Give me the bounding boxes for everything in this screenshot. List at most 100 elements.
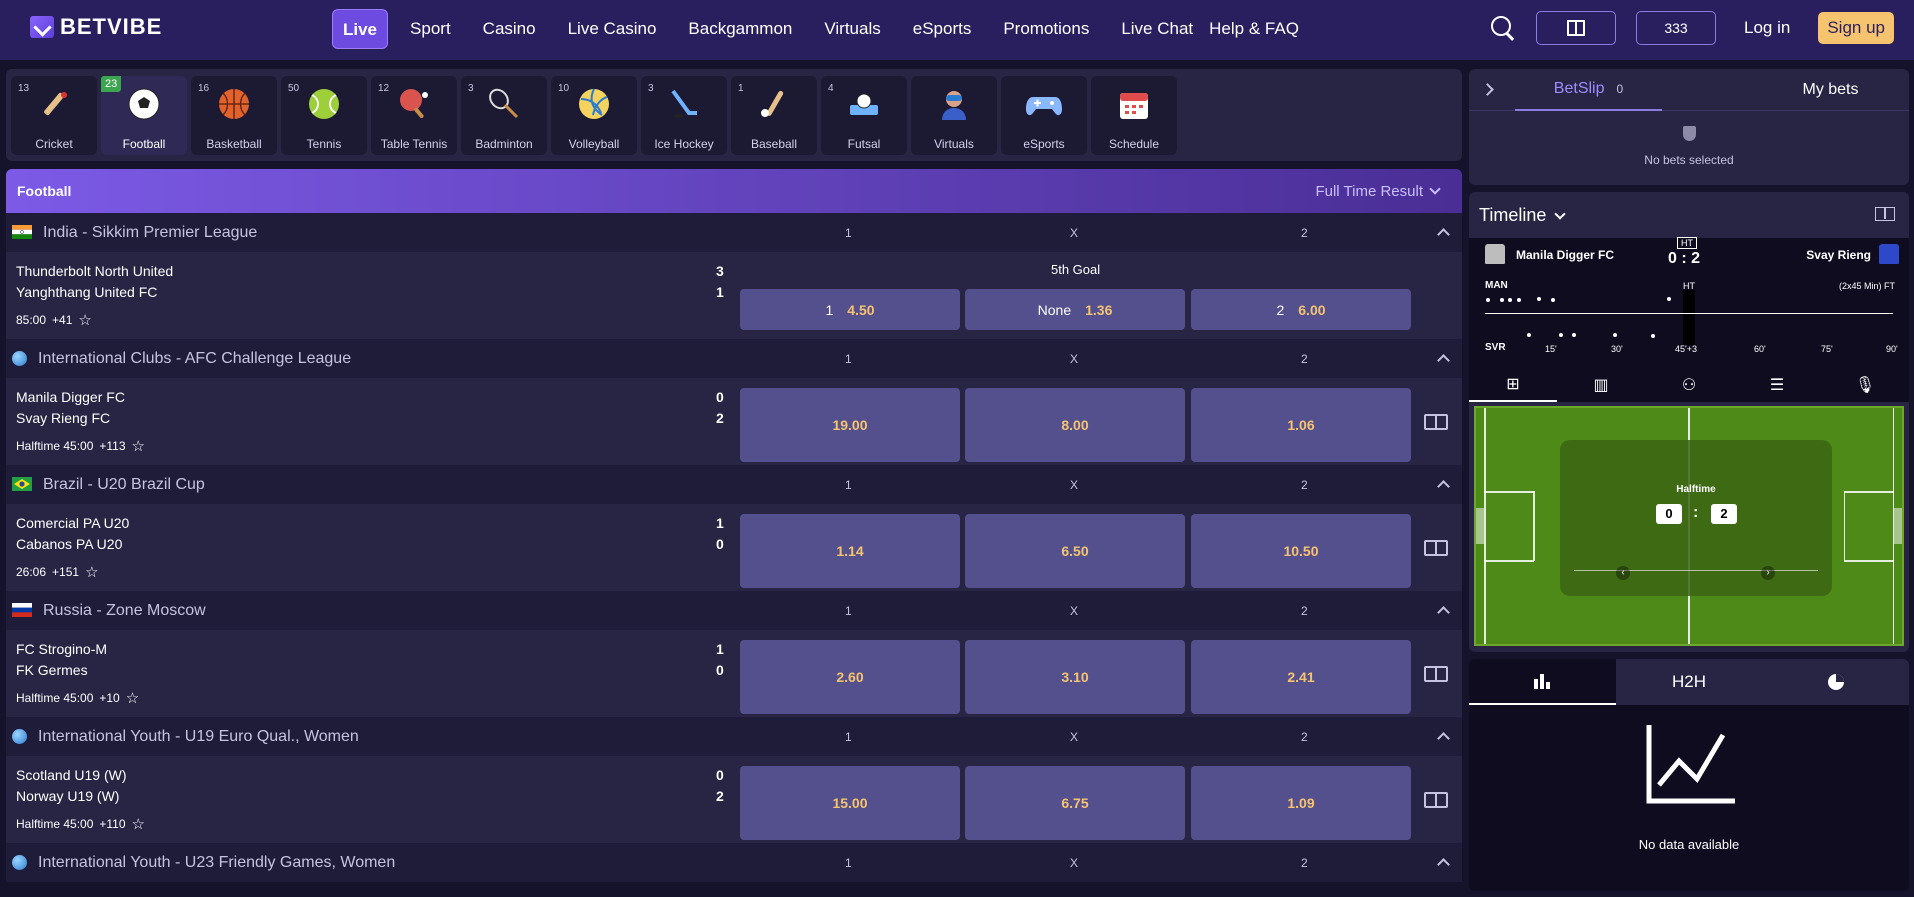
more-markets[interactable]: +113 — [99, 439, 125, 453]
league-header[interactable]: Brazil - U20 Brazil Cup 1 X 2 — [6, 465, 1462, 504]
favorite-star-icon[interactable]: ☆ — [85, 563, 98, 581]
favorite-star-icon[interactable]: ☆ — [78, 311, 91, 329]
nav-casino[interactable]: Casino — [467, 9, 552, 49]
league-header[interactable]: International Clubs - AFC Challenge Leag… — [6, 339, 1462, 378]
match-meta: 26:06 +151 ☆ — [16, 563, 99, 581]
brand-logo[interactable]: BETVIBE — [30, 14, 162, 40]
live-pitch-icon[interactable] — [1424, 414, 1448, 430]
search-icon[interactable] — [1490, 15, 1516, 41]
nav-promotions[interactable]: Promotions — [987, 9, 1105, 49]
nav-live[interactable]: Live — [332, 9, 389, 49]
odd-button-x[interactable]: None 1.36 — [965, 289, 1185, 330]
sport-ice-hockey[interactable]: 3 Ice Hockey — [641, 76, 727, 155]
prev-arrow-icon[interactable]: ‹ — [1616, 566, 1630, 580]
league-header[interactable]: India - Sikkim Premier League 1 X 2 — [6, 213, 1462, 252]
tab-pie[interactable] — [1762, 659, 1909, 705]
odd-button-x[interactable]: 3.10 — [965, 640, 1185, 714]
nav-virtuals[interactable]: Virtuals — [808, 9, 896, 49]
chevron-up-icon[interactable] — [1437, 858, 1450, 871]
more-markets[interactable]: +41 — [52, 313, 72, 327]
nav-live-casino[interactable]: Live Casino — [552, 9, 673, 49]
match-row[interactable]: Thunderbolt North United Yanghthang Unit… — [6, 252, 1462, 339]
signup-button[interactable]: Sign up — [1818, 12, 1894, 44]
league-name: India - Sikkim Premier League — [43, 223, 258, 241]
odd-button-1[interactable]: 1.14 — [740, 514, 960, 588]
market-selector[interactable]: Full Time Result — [1315, 183, 1441, 200]
odd-button-1[interactable]: 2.60 — [740, 640, 960, 714]
match-row[interactable]: Scotland U19 (W) Norway U19 (W) 0 2 Half… — [6, 756, 1462, 843]
match-row[interactable]: Manila Digger FC Svay Rieng FC 0 2 Halft… — [6, 378, 1462, 465]
odd-button-x[interactable]: 8.00 — [965, 388, 1185, 462]
odd-button-2[interactable]: 10.50 — [1191, 514, 1411, 588]
login-button[interactable]: Log in — [1736, 18, 1798, 38]
tab-betslip[interactable]: BetSlip 0 — [1515, 69, 1662, 111]
odd-button-x[interactable]: 6.75 — [965, 766, 1185, 840]
box-line — [1533, 491, 1535, 561]
pitch-icon: ⊞ — [1506, 376, 1520, 393]
more-markets[interactable]: +151 — [52, 565, 79, 579]
nav-backgammon[interactable]: Backgammon — [672, 9, 808, 49]
next-arrow-icon[interactable]: › — [1761, 566, 1775, 580]
sport-virtuals[interactable]: Virtuals — [911, 76, 997, 155]
chevron-up-icon[interactable] — [1437, 354, 1450, 367]
favorite-star-icon[interactable]: ☆ — [132, 437, 145, 455]
favorite-star-icon[interactable]: ☆ — [126, 689, 139, 707]
sport-volleyball[interactable]: 10 Volleyball — [551, 76, 637, 155]
live-pitch-icon[interactable] — [1424, 666, 1448, 682]
chevron-right-icon[interactable] — [1481, 83, 1494, 96]
tab-commentary[interactable]: 🎙 — [1821, 368, 1909, 402]
tab-lineups[interactable]: ⚇ — [1645, 368, 1733, 402]
balance-button[interactable]: 333 — [1636, 11, 1716, 45]
sport-basketball[interactable]: 16 Basketball — [191, 76, 277, 155]
chevron-up-icon[interactable] — [1437, 480, 1450, 493]
timeline-dropdown[interactable]: Timeline — [1479, 205, 1567, 226]
pitch-view-icon[interactable] — [1875, 207, 1895, 221]
sport-table-tennis[interactable]: 12 Table Tennis — [371, 76, 457, 155]
sport-baseball[interactable]: 1 Baseball — [731, 76, 817, 155]
tab-betslip-label: BetSlip — [1553, 80, 1605, 97]
sport-football[interactable]: 23 Football — [101, 76, 187, 155]
baseball-icon — [755, 85, 793, 123]
tab-my-bets[interactable]: My bets — [1752, 69, 1909, 111]
odd-button-2[interactable]: 1.06 — [1191, 388, 1411, 462]
nav-esports[interactable]: eSports — [897, 9, 988, 49]
chevron-up-icon[interactable] — [1437, 228, 1450, 241]
sport-esports[interactable]: eSports — [1001, 76, 1087, 155]
league-header[interactable]: International Youth - U19 Euro Qual., Wo… — [6, 717, 1462, 756]
odd-button-2[interactable]: 2 6.00 — [1191, 289, 1411, 330]
live-pitch-icon[interactable] — [1424, 792, 1448, 808]
chevron-up-icon[interactable] — [1437, 732, 1450, 745]
tab-standings[interactable]: ☰ — [1733, 368, 1821, 402]
tab-h2h[interactable]: H2H — [1616, 659, 1763, 705]
odd-button-1[interactable]: 1 4.50 — [740, 289, 960, 330]
match-row[interactable]: FC Strogino-M FK Germes 1 0 Halftime 45:… — [6, 630, 1462, 717]
sport-badminton[interactable]: 3 Badminton — [461, 76, 547, 155]
home-score: 0 — [716, 767, 724, 783]
nav-help[interactable]: Help & FAQ — [1209, 9, 1315, 49]
more-markets[interactable]: +110 — [99, 817, 125, 831]
odd-button-2[interactable]: 2.41 — [1191, 640, 1411, 714]
timeline-tabs: ⊞ ▥ ⚇ ☰ 🎙 — [1469, 368, 1909, 402]
favorite-star-icon[interactable]: ☆ — [132, 815, 145, 833]
league-header[interactable]: International Youth - U23 Friendly Games… — [6, 843, 1462, 882]
odd-button-1[interactable]: 15.00 — [740, 766, 960, 840]
match-row[interactable]: Comercial PA U20 Cabanos PA U20 1 0 26:0… — [6, 504, 1462, 591]
live-pitch-icon[interactable] — [1424, 540, 1448, 556]
tab-statistics[interactable] — [1469, 659, 1616, 705]
sport-cricket[interactable]: 13 Cricket — [11, 76, 97, 155]
odd-button-1[interactable]: 19.00 — [740, 388, 960, 462]
chevron-up-icon[interactable] — [1437, 606, 1450, 619]
more-markets[interactable]: +10 — [99, 691, 119, 705]
odd-button-2[interactable]: 1.09 — [1191, 766, 1411, 840]
sport-tennis[interactable]: 50 Tennis — [281, 76, 367, 155]
odd-button-x[interactable]: 6.50 — [965, 514, 1185, 588]
nav-live-chat[interactable]: Live Chat — [1105, 9, 1209, 49]
nav-sport[interactable]: Sport — [394, 9, 467, 49]
home-score: 0 — [716, 389, 724, 405]
sport-schedule[interactable]: Schedule — [1091, 76, 1177, 155]
sport-futsal[interactable]: 4 Futsal — [821, 76, 907, 155]
gift-button[interactable] — [1536, 11, 1616, 45]
tab-stats[interactable]: ▥ — [1557, 368, 1645, 402]
tab-pitch[interactable]: ⊞ — [1469, 368, 1557, 402]
league-header[interactable]: Russia - Zone Moscow 1 X 2 — [6, 591, 1462, 630]
